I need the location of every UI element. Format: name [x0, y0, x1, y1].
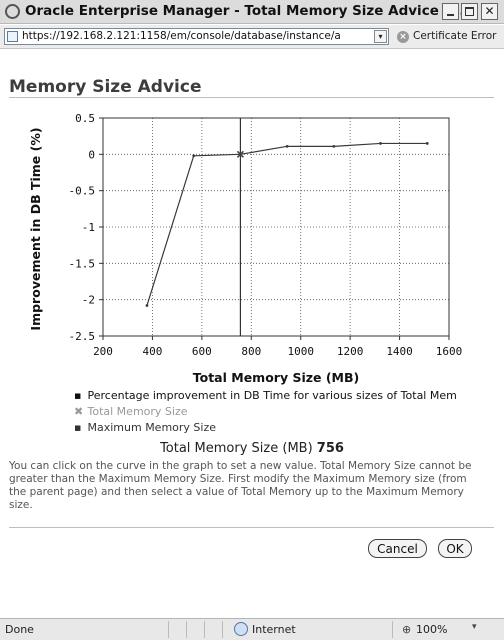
ok-button[interactable]: OK [438, 539, 472, 558]
y-tick-labels: 0.5 0 -0.5 -1 -1.5 -2 -2.5 [69, 112, 103, 343]
internet-zone-icon [234, 622, 248, 636]
x-tick-label: 1400 [386, 345, 413, 358]
improvement-data-point [425, 142, 429, 145]
zoom-level[interactable]: 100% [416, 623, 447, 636]
legend-label: Percentage improvement in DB Time for va… [87, 389, 457, 402]
x-tick-label: 1000 [287, 345, 314, 358]
y-tick-label: -1.5 [69, 257, 96, 270]
close-icon: ✕ [484, 4, 495, 18]
maximize-icon [465, 7, 474, 16]
help-text: You can click on the curve in the graph … [9, 460, 472, 511]
status-divider [392, 621, 393, 638]
status-bar: Done Internet ⊕ 100% ▾ [0, 618, 504, 640]
certificate-error-link[interactable]: Certificate Error [413, 30, 496, 42]
selected-memory-label: Total Memory Size (MB) [160, 441, 313, 456]
legend-label: Maximum Memory Size [87, 421, 217, 434]
y-tick-label: -2.5 [69, 330, 96, 343]
x-axis-label: Total Memory Size (MB) [193, 370, 359, 385]
legend-square-icon: ▪ [74, 421, 82, 434]
y-tick-label: 0 [88, 148, 95, 161]
y-axis-label: Improvement in DB Time (%) [28, 127, 43, 330]
url-text[interactable]: https://192.168.2.121:1158/em/console/da… [22, 30, 368, 42]
cancel-button[interactable]: Cancel [368, 539, 427, 558]
x-tick-label: 800 [241, 345, 261, 358]
improvement-data-point [379, 142, 382, 145]
minimize-icon [447, 14, 454, 16]
status-divider [168, 621, 169, 638]
zoom-icon[interactable]: ⊕ [402, 623, 411, 636]
minimize-button[interactable] [442, 3, 459, 20]
x-tick-labels: 200 400 600 800 1000 1200 1400 1600 [93, 336, 462, 358]
x-tick-label: 600 [192, 345, 212, 358]
y-tick-label: -2 [82, 294, 95, 307]
legend-item-maximum-memory: ▪ Maximum Memory Size [74, 421, 216, 434]
x-tick-label: 1200 [337, 345, 364, 358]
zoom-dropdown-icon[interactable]: ▾ [472, 622, 477, 632]
legend-item-total-memory: ✖ Total Memory Size [74, 405, 188, 418]
maximize-button[interactable] [461, 3, 478, 20]
improvement-data-point [332, 144, 336, 148]
chart-grid [103, 118, 449, 336]
address-bar: https://192.168.2.121:1158/em/console/da… [0, 25, 504, 49]
url-field[interactable]: https://192.168.2.121:1158/em/console/da… [4, 28, 389, 45]
status-divider [186, 621, 187, 638]
memory-advice-chart[interactable]: 0.5 0 -0.5 -1 -1.5 -2 -2.5 200 400 600 800 1000 120… [0, 100, 504, 400]
page-title: Memory Size Advice [9, 77, 202, 97]
y-tick-label: 0.5 [75, 112, 95, 125]
x-tick-label: 400 [142, 345, 162, 358]
legend-square-icon: ▪ [74, 389, 82, 402]
y-tick-label: -0.5 [69, 185, 96, 198]
selected-memory-value: 756 [316, 441, 344, 456]
browser-logo-icon [5, 4, 20, 19]
status-divider [204, 621, 205, 638]
x-tick-label: 200 [93, 345, 113, 358]
buttons-divider [9, 527, 494, 528]
heading-divider [9, 97, 494, 98]
x-tick-label: 1600 [436, 345, 463, 358]
selected-memory-size: Total Memory Size (MB) 756 [0, 441, 504, 456]
page-icon [7, 31, 18, 42]
chart-marks [145, 118, 429, 336]
close-button[interactable]: ✕ [481, 3, 498, 20]
security-zone-label: Internet [252, 623, 296, 636]
url-dropdown-button[interactable]: ▾ [374, 30, 387, 43]
improvement-series-line [146, 142, 428, 306]
window-title-bar: Oracle Enterprise Manager - Total Memory… [0, 0, 504, 24]
improvement-data-point [285, 144, 289, 148]
status-divider [222, 621, 223, 638]
status-text: Done [5, 623, 34, 636]
legend-label: Total Memory Size [87, 405, 188, 418]
y-tick-label: -1 [82, 221, 95, 234]
legend-item-improvement: ▪ Percentage improvement in DB Time for … [74, 389, 457, 402]
window-title: Oracle Enterprise Manager - Total Memory… [25, 3, 465, 19]
certificate-error-icon[interactable]: × [397, 31, 409, 43]
legend-cross-icon: ✖ [74, 405, 84, 418]
improvement-data-point [192, 154, 196, 158]
improvement-data-point [145, 304, 149, 307]
